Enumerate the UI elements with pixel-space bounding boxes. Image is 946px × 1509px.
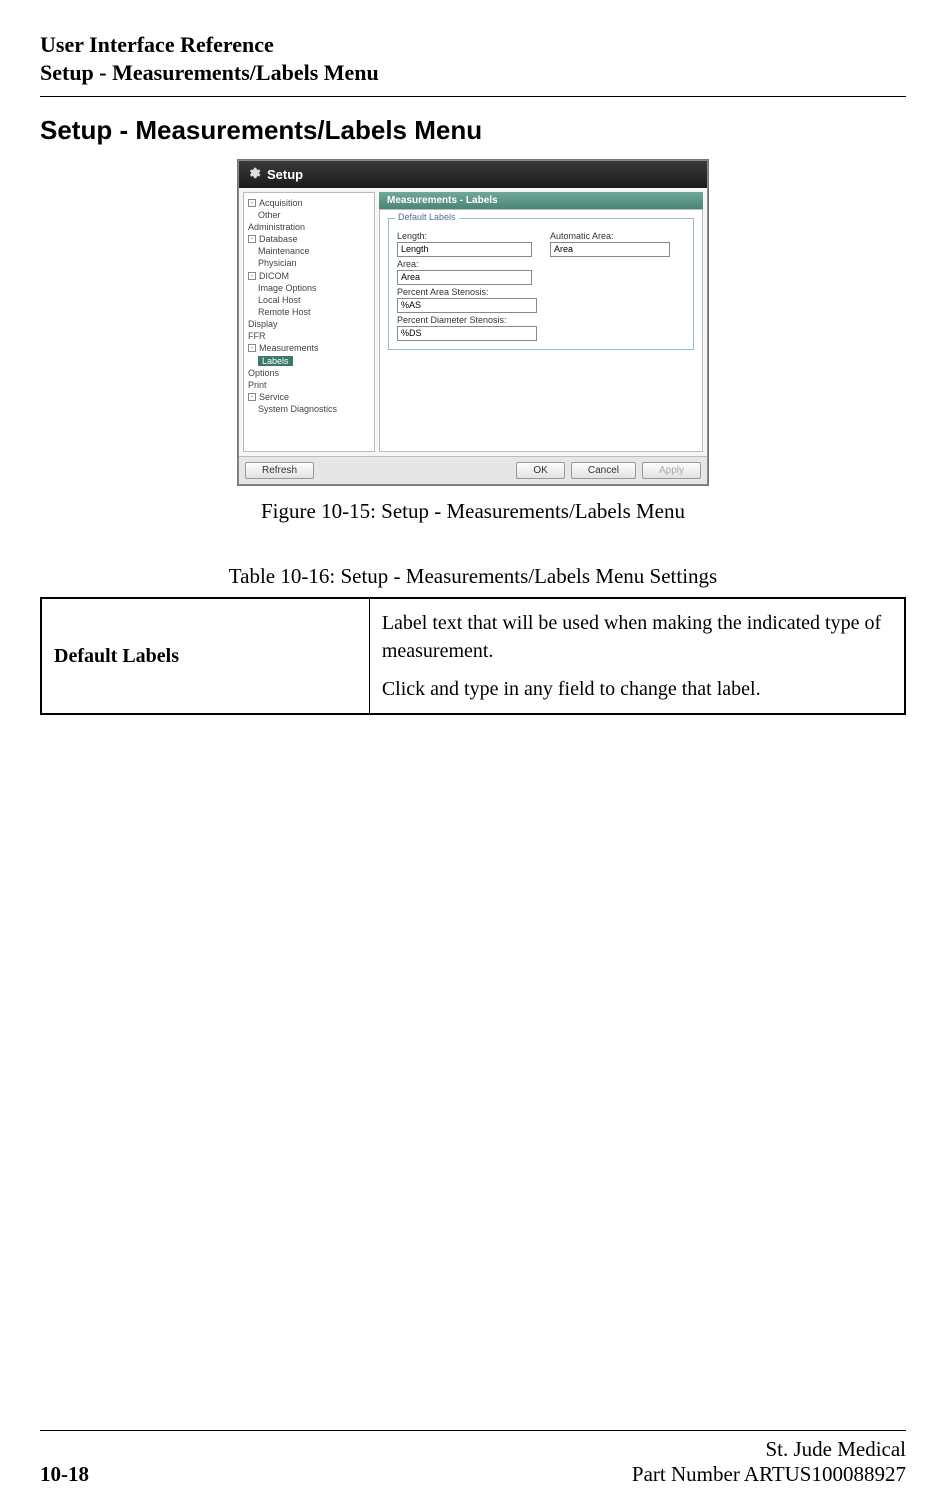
- tree-display[interactable]: Display: [248, 318, 372, 330]
- tree-physician[interactable]: Physician: [258, 257, 372, 269]
- length-label: Length:: [397, 231, 532, 241]
- pds-input[interactable]: [397, 326, 537, 341]
- tree-print[interactable]: Print: [248, 379, 372, 391]
- tree-acquisition[interactable]: Acquisition: [259, 198, 303, 208]
- tree-measurements[interactable]: Measurements: [259, 343, 319, 353]
- settings-panel: Default Labels Length: Automatic Area: A…: [379, 209, 703, 452]
- footer-rule: [40, 1430, 906, 1431]
- tree-remote-host[interactable]: Remote Host: [258, 306, 372, 318]
- gear-icon: [247, 166, 261, 183]
- refresh-button[interactable]: Refresh: [245, 462, 314, 479]
- breadcrumb: Measurements - Labels: [379, 192, 703, 209]
- auto-area-field: Automatic Area:: [550, 231, 670, 257]
- header-title: User Interface Reference: [40, 30, 906, 60]
- pas-input[interactable]: [397, 298, 537, 313]
- tree-maintenance[interactable]: Maintenance: [258, 245, 372, 257]
- dialog-titlebar: Setup: [239, 161, 707, 188]
- auto-area-input[interactable]: [550, 242, 670, 257]
- tree-database[interactable]: Database: [259, 234, 298, 244]
- tree-administration[interactable]: Administration: [248, 222, 305, 232]
- dialog-title: Setup: [267, 167, 303, 182]
- nav-tree[interactable]: -Acquisition Other Administration -Datab…: [243, 192, 375, 452]
- settings-table: Default Labels Label text that will be u…: [40, 597, 906, 715]
- collapse-icon[interactable]: -: [248, 393, 256, 401]
- ok-button[interactable]: OK: [516, 462, 564, 479]
- tree-local-host[interactable]: Local Host: [258, 294, 372, 306]
- page-header: User Interface Reference Setup - Measure…: [40, 30, 906, 86]
- area-field: Area:: [397, 259, 532, 285]
- collapse-icon[interactable]: -: [248, 344, 256, 352]
- tree-options[interactable]: Options: [248, 367, 372, 379]
- pds-label: Percent Diameter Stenosis:: [397, 315, 537, 325]
- apply-button[interactable]: Apply: [642, 462, 701, 479]
- table-row: Default Labels Label text that will be u…: [41, 598, 905, 714]
- tree-system-diagnostics[interactable]: System Diagnostics: [258, 403, 372, 415]
- table-desc-p2: Click and type in any field to change th…: [382, 675, 892, 703]
- length-field: Length:: [397, 231, 532, 257]
- length-input[interactable]: [397, 242, 532, 257]
- area-input[interactable]: [397, 270, 532, 285]
- dialog-body: -Acquisition Other Administration -Datab…: [239, 188, 707, 456]
- pas-label: Percent Area Stenosis:: [397, 287, 537, 297]
- tree-ffr[interactable]: FFR: [248, 330, 372, 342]
- table-desc-p1: Label text that will be used when making…: [382, 609, 892, 665]
- page-footer: St. Jude Medical 10-18 Part Number ARTUS…: [40, 1430, 906, 1487]
- pas-field: Percent Area Stenosis:: [397, 287, 537, 313]
- cancel-button[interactable]: Cancel: [571, 462, 636, 479]
- collapse-icon[interactable]: -: [248, 272, 256, 280]
- tree-dicom[interactable]: DICOM: [259, 271, 289, 281]
- tree-other[interactable]: Other: [258, 209, 372, 221]
- collapse-icon[interactable]: -: [248, 199, 256, 207]
- collapse-icon[interactable]: -: [248, 235, 256, 243]
- pds-field: Percent Diameter Stenosis:: [397, 315, 537, 341]
- page-number: 10-18: [40, 1462, 89, 1487]
- setup-dialog: Setup -Acquisition Other Administration …: [238, 160, 708, 485]
- table-cell-desc: Label text that will be used when making…: [369, 598, 905, 714]
- table-cell-term: Default Labels: [41, 598, 369, 714]
- tree-image-options[interactable]: Image Options: [258, 282, 372, 294]
- area-label: Area:: [397, 259, 532, 269]
- group-title: Default Labels: [395, 212, 459, 222]
- button-bar: Refresh OK Cancel Apply: [239, 456, 707, 484]
- tree-labels-selected[interactable]: Labels: [258, 356, 293, 366]
- tree-service[interactable]: Service: [259, 392, 289, 402]
- default-labels-group: Default Labels Length: Automatic Area: A…: [388, 218, 694, 350]
- table-caption: Table 10-16: Setup - Measurements/Labels…: [40, 564, 906, 589]
- footer-company: St. Jude Medical: [765, 1437, 906, 1462]
- content-pane: Measurements - Labels Default Labels Len…: [379, 192, 703, 452]
- section-heading: Setup - Measurements/Labels Menu: [40, 115, 906, 146]
- figure-caption: Figure 10-15: Setup - Measurements/Label…: [40, 499, 906, 524]
- header-subtitle: Setup - Measurements/Labels Menu: [40, 60, 906, 86]
- auto-area-label: Automatic Area:: [550, 231, 670, 241]
- footer-partnum: Part Number ARTUS100088927: [632, 1462, 906, 1487]
- header-rule: [40, 96, 906, 97]
